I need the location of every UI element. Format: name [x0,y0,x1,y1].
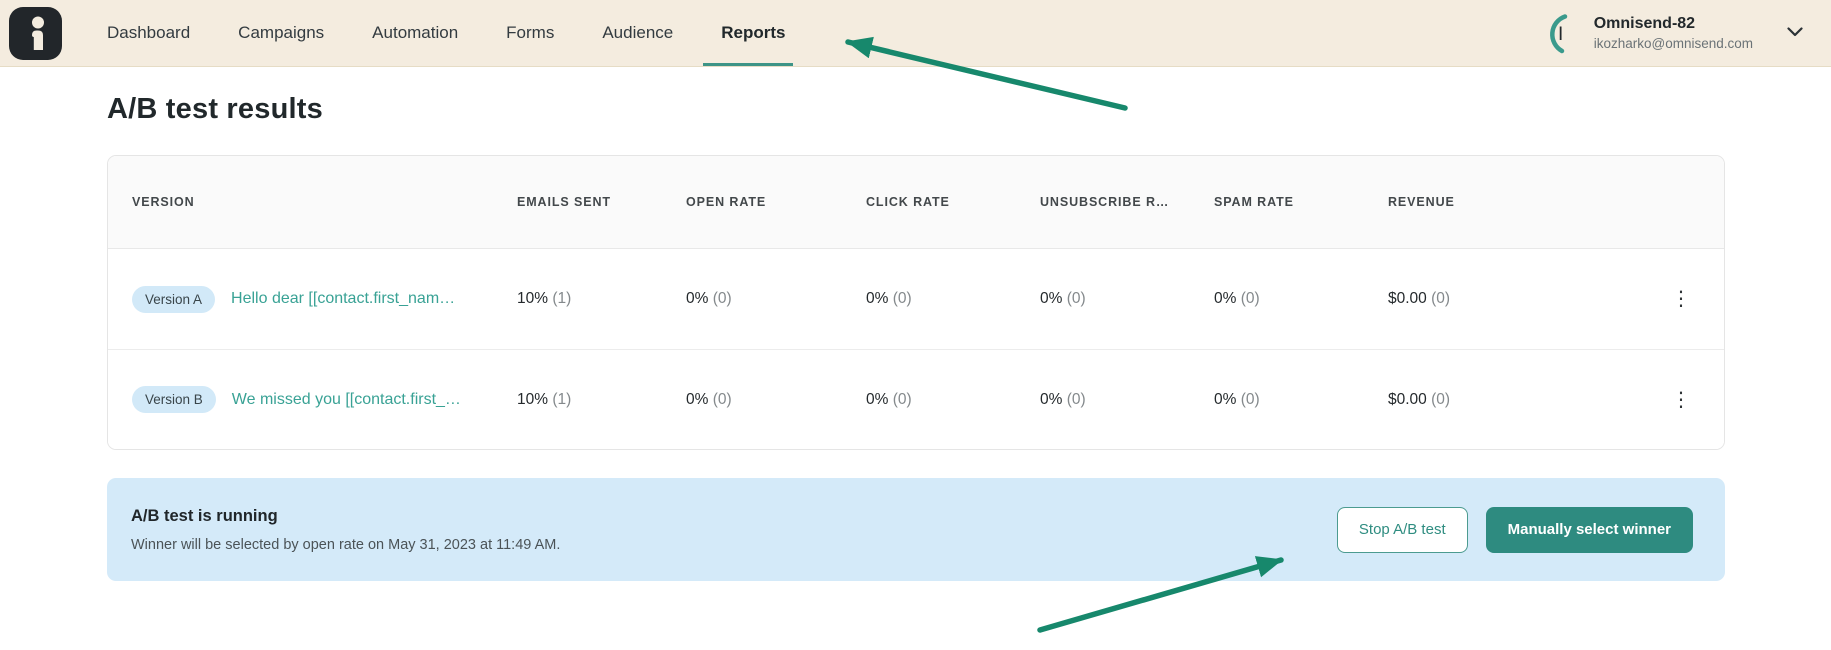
version-a-subject-link[interactable]: Hello dear [[contact.first_nam… [231,290,455,308]
column-header-click-rate: CLICK RATE [866,195,1040,209]
spam-rate-value: 0% (0) [1214,290,1388,308]
click-rate-value: 0% (0) [866,290,1040,308]
spam-rate-value: 0% (0) [1214,391,1388,409]
emails-sent-value: 10% (1) [517,391,686,409]
omnisend-logo-glyph [21,16,51,50]
unsubscribe-rate-value: 0% (0) [1040,391,1214,409]
version-b-subject-link[interactable]: We missed you [[contact.first_… [232,391,461,409]
account-menu[interactable]: I Omnisend-82 ikozharko@omnisend.com [1534,11,1803,55]
column-header-unsubscribe-rate: UNSUBSCRIBE R… [1040,195,1214,209]
click-rate-value: 0% (0) [866,391,1040,409]
revenue-value: $0.00 (0) [1388,290,1638,308]
column-header-spam-rate: SPAM RATE [1214,195,1388,209]
unsubscribe-rate-value: 0% (0) [1040,290,1214,308]
nav-item-forms[interactable]: Forms [506,0,554,66]
omnisend-logo-icon[interactable] [9,7,62,60]
ab-test-running-banner: A/B test is running Winner will be selec… [107,478,1725,581]
column-header-emails-sent: EMAILS SENT [517,195,686,209]
table-row-version-b: Version B We missed you [[contact.first_… [108,349,1724,449]
chevron-down-icon[interactable] [1787,24,1803,42]
banner-title: A/B test is running [131,507,560,526]
row-actions-kebab-icon[interactable]: ⋮ [1665,283,1697,315]
account-info: Omnisend-82 ikozharko@omnisend.com [1594,15,1753,51]
version-badge: Version B [132,386,216,413]
stop-ab-test-button[interactable]: Stop A/B test [1337,507,1468,553]
account-name: Omnisend-82 [1594,15,1753,33]
version-badge: Version A [132,286,215,313]
row-actions-kebab-icon[interactable]: ⋮ [1665,384,1697,416]
ab-test-results-table: VERSION EMAILS SENT OPEN RATE CLICK RATE… [107,155,1725,450]
manually-select-winner-button[interactable]: Manually select winner [1486,507,1693,553]
nav-item-dashboard[interactable]: Dashboard [107,0,190,66]
nav-item-reports[interactable]: Reports [721,0,785,66]
avatar-initial: I [1558,24,1563,45]
main-content: A/B test results VERSION EMAILS SENT OPE… [0,67,1831,581]
column-header-revenue: REVENUE [1388,195,1638,209]
nav-item-campaigns[interactable]: Campaigns [238,0,324,66]
column-header-open-rate: OPEN RATE [686,195,866,209]
nav-item-automation[interactable]: Automation [372,0,458,66]
open-rate-value: 0% (0) [686,290,866,308]
top-navigation-bar: Dashboard Campaigns Automation Forms Aud… [0,0,1831,67]
table-row-version-a: Version A Hello dear [[contact.first_nam… [108,249,1724,349]
revenue-value: $0.00 (0) [1388,391,1638,409]
avatar: I [1534,11,1578,55]
emails-sent-value: 10% (1) [517,290,686,308]
account-email: ikozharko@omnisend.com [1594,36,1753,51]
open-rate-value: 0% (0) [686,391,866,409]
table-header-row: VERSION EMAILS SENT OPEN RATE CLICK RATE… [108,156,1724,249]
nav-item-audience[interactable]: Audience [602,0,673,66]
page-title: A/B test results [107,93,1725,126]
banner-subtitle: Winner will be selected by open rate on … [131,537,560,553]
main-nav: Dashboard Campaigns Automation Forms Aud… [107,0,785,66]
column-header-version: VERSION [108,195,517,209]
